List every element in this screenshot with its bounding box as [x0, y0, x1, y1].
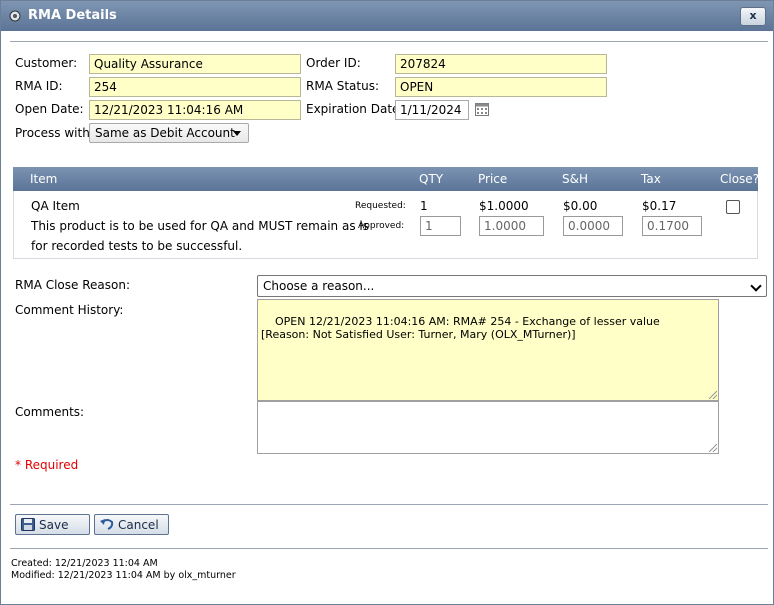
comment-history-label: Comment History:	[15, 303, 124, 317]
close-button[interactable]: x	[740, 7, 766, 26]
cancel-button[interactable]: Cancel	[94, 514, 169, 535]
col-close: Close?	[720, 172, 760, 186]
save-label: Save	[39, 518, 69, 532]
expiration-date-label: Expiration Date:	[306, 102, 404, 116]
floppy-disk-icon	[21, 518, 35, 531]
col-price: Price	[478, 172, 508, 186]
item-description-line-2: for recorded tests to be successful.	[31, 239, 243, 253]
comments-label: Comments:	[15, 405, 85, 419]
col-qty: QTY	[419, 172, 444, 186]
requested-price: $1.0000	[479, 199, 529, 213]
close-reason-select[interactable]: Choose a reason...	[257, 275, 767, 297]
close-reason-value: Choose a reason...	[263, 279, 375, 293]
open-date-label: Open Date:	[15, 102, 84, 116]
calendar-icon[interactable]	[475, 103, 489, 116]
rma-status-label: RMA Status:	[306, 79, 379, 93]
created-timestamp: Created: 12/21/2023 11:04 AM	[11, 558, 158, 569]
close-reason-label: RMA Close Reason:	[15, 278, 130, 292]
process-with-value: Same as Debit Account	[95, 126, 235, 140]
cancel-label: Cancel	[118, 518, 159, 532]
process-with-select[interactable]: Same as Debit Account	[89, 123, 249, 143]
comments-textarea[interactable]	[257, 401, 719, 454]
rma-details-dialog: RMA Details x Customer: Quality Assuranc…	[0, 0, 774, 605]
undo-icon	[100, 519, 114, 530]
buttons-divider-top	[10, 504, 768, 505]
approved-sh-input[interactable]: 0.0000	[563, 216, 623, 236]
open-date-field[interactable]: 12/21/2023 11:04:16 AM	[89, 100, 301, 120]
title-bar[interactable]: RMA Details x	[1, 1, 773, 31]
expiration-date-field[interactable]: 1/11/2024	[395, 100, 469, 120]
item-description-line-1: This product is to be used for QA and MU…	[31, 219, 369, 233]
approved-tax-input[interactable]: 0.1700	[642, 216, 702, 236]
chevron-down-icon	[750, 280, 762, 292]
table-row: QA Item This product is to be used for Q…	[13, 191, 758, 259]
col-sh: S&H	[562, 172, 588, 186]
rma-id-label: RMA ID:	[15, 79, 63, 93]
gear-icon	[9, 10, 21, 22]
modified-timestamp: Modified: 12/21/2023 11:04 AM by olx_mtu…	[11, 570, 236, 581]
requested-label: Requested:	[355, 201, 406, 211]
top-divider	[10, 41, 768, 42]
approved-price-input[interactable]: 1.0000	[479, 216, 544, 236]
resize-grip-icon[interactable]	[709, 444, 717, 452]
col-item: Item	[30, 172, 58, 186]
col-tax: Tax	[641, 172, 661, 186]
close-icon: x	[749, 9, 757, 22]
item-name: QA Item	[31, 199, 80, 213]
close-item-checkbox[interactable]	[726, 200, 740, 214]
process-with-label: Process with:	[15, 126, 94, 140]
rma-status-field[interactable]: OPEN	[395, 77, 607, 97]
window-title: RMA Details	[28, 8, 117, 23]
approved-qty-input[interactable]: 1	[420, 216, 461, 236]
buttons-divider-bottom	[10, 548, 768, 549]
items-table-header: Item QTY Price S&H Tax Close?	[13, 167, 760, 191]
approved-label: Approved:	[358, 221, 405, 231]
requested-tax: $0.17	[642, 199, 677, 213]
chevron-down-icon	[233, 131, 241, 136]
requested-qty: 1	[420, 199, 428, 213]
order-id-label: Order ID:	[306, 56, 361, 70]
order-id-field[interactable]: 207824	[395, 54, 607, 74]
required-note: * Required	[15, 458, 79, 472]
requested-sh: $0.00	[563, 199, 598, 213]
comment-history-textarea[interactable]: OPEN 12/21/2023 11:04:16 AM: RMA# 254 - …	[257, 299, 719, 401]
comment-history-text: OPEN 12/21/2023 11:04:16 AM: RMA# 254 - …	[261, 315, 660, 341]
save-button[interactable]: Save	[15, 514, 90, 535]
customer-field[interactable]: Quality Assurance	[89, 54, 301, 74]
rma-id-field[interactable]: 254	[89, 77, 301, 97]
resize-grip-icon[interactable]	[709, 391, 717, 399]
customer-label: Customer:	[15, 56, 78, 70]
